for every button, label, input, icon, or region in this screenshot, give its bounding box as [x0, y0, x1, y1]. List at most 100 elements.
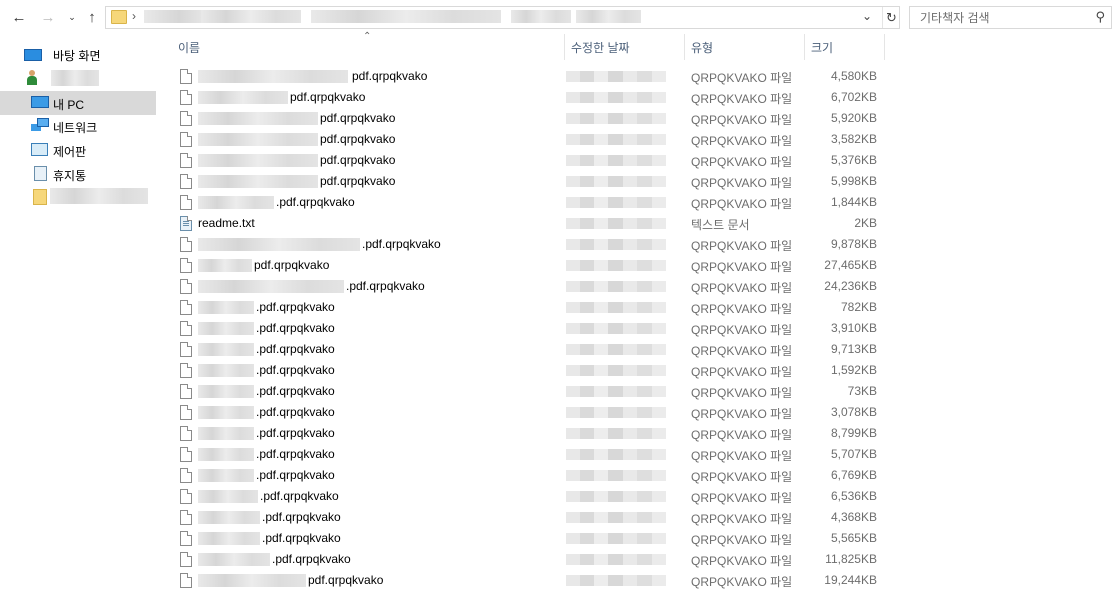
column-divider[interactable]: [564, 34, 565, 60]
file-icon: [180, 426, 192, 441]
address-dropdown-button[interactable]: ⌄: [862, 9, 872, 23]
file-size: 6,702KB: [830, 90, 877, 104]
column-divider[interactable]: [884, 34, 885, 60]
refresh-button[interactable]: ↻: [882, 7, 900, 28]
file-row[interactable]: .pdf.qrpqkvako QRPQKVAKO 파일 1,592KB: [178, 360, 878, 381]
desktop-icon: [24, 49, 42, 61]
redacted-filename: [198, 553, 270, 566]
file-row[interactable]: pdf.qrpqkvako QRPQKVAKO 파일 5,998KB: [178, 171, 878, 192]
file-row[interactable]: .pdf.qrpqkvako QRPQKVAKO 파일 11,825KB: [178, 549, 878, 570]
column-header-size[interactable]: 크기: [811, 39, 833, 56]
file-row[interactable]: .pdf.qrpqkvako QRPQKVAKO 파일 8,799KB: [178, 423, 878, 444]
folder-icon: [111, 10, 127, 24]
file-row[interactable]: readme.txt 텍스트 문서 2KB: [178, 213, 878, 234]
redacted-modified-date: [566, 575, 666, 586]
file-row[interactable]: pdf.qrpqkvako QRPQKVAKO 파일 5,920KB: [178, 108, 878, 129]
column-header-date[interactable]: 수정한 날짜: [571, 39, 630, 56]
breadcrumb-segment[interactable]: [576, 10, 641, 23]
file-icon: [180, 90, 192, 105]
file-type: QRPQKVAKO 파일: [691, 428, 793, 442]
file-size: 11,825KB: [825, 552, 877, 566]
column-header-name[interactable]: 이름: [178, 39, 200, 56]
file-name: .pdf.qrpqkvako: [346, 279, 425, 293]
redacted-modified-date: [566, 386, 666, 397]
breadcrumb-segment[interactable]: [511, 10, 571, 23]
file-row[interactable]: pdf.qrpqkvako QRPQKVAKO 파일 4,580KB: [178, 66, 878, 87]
sidebar-item-control-panel[interactable]: 제어판: [0, 138, 156, 162]
file-row[interactable]: pdf.qrpqkvako QRPQKVAKO 파일 27,465KB: [178, 255, 878, 276]
redacted-filename: [198, 322, 254, 335]
file-type: QRPQKVAKO 파일: [691, 554, 793, 568]
breadcrumb-segment[interactable]: [201, 10, 301, 23]
file-row[interactable]: .pdf.qrpqkvako QRPQKVAKO 파일 9,878KB: [178, 234, 878, 255]
file-row[interactable]: .pdf.qrpqkvako QRPQKVAKO 파일 3,910KB: [178, 318, 878, 339]
file-size: 9,713KB: [830, 342, 877, 356]
redacted-modified-date: [566, 92, 666, 103]
sidebar-item-recycle-bin[interactable]: 휴지통: [0, 162, 156, 186]
breadcrumb-separator-icon: ›: [132, 9, 136, 23]
redacted-modified-date: [566, 155, 666, 166]
search-input[interactable]: [918, 7, 1092, 28]
file-row[interactable]: .pdf.qrpqkvako QRPQKVAKO 파일 9,713KB: [178, 339, 878, 360]
file-size: 8,799KB: [830, 426, 877, 440]
column-header-type[interactable]: 유형: [691, 39, 713, 56]
file-row[interactable]: pdf.qrpqkvako QRPQKVAKO 파일 19,244KB: [178, 570, 878, 591]
file-icon: [180, 573, 192, 588]
sidebar-item-user[interactable]: [0, 66, 156, 90]
file-row[interactable]: .pdf.qrpqkvako QRPQKVAKO 파일 24,236KB: [178, 276, 878, 297]
file-name: .pdf.qrpqkvako: [256, 342, 335, 356]
file-name: .pdf.qrpqkvako: [256, 384, 335, 398]
file-type: QRPQKVAKO 파일: [691, 71, 793, 85]
redacted-filename: [198, 364, 254, 377]
file-type: QRPQKVAKO 파일: [691, 512, 793, 526]
file-row[interactable]: .pdf.qrpqkvako QRPQKVAKO 파일 5,707KB: [178, 444, 878, 465]
file-row[interactable]: .pdf.qrpqkvako QRPQKVAKO 파일 1,844KB: [178, 192, 878, 213]
file-row[interactable]: pdf.qrpqkvako QRPQKVAKO 파일 3,582KB: [178, 129, 878, 150]
file-size: 9,878KB: [830, 237, 877, 251]
sidebar-item-network[interactable]: 네트워크: [0, 114, 156, 138]
file-icon: [180, 510, 192, 525]
sidebar-item-this-pc[interactable]: 내 PC: [0, 91, 156, 115]
file-row[interactable]: .pdf.qrpqkvako QRPQKVAKO 파일 4,368KB: [178, 507, 878, 528]
redacted-modified-date: [566, 512, 666, 523]
file-row[interactable]: .pdf.qrpqkvako QRPQKVAKO 파일 6,536KB: [178, 486, 878, 507]
file-size: 19,244KB: [824, 573, 877, 587]
sidebar-item-folder[interactable]: [0, 184, 156, 208]
file-row[interactable]: pdf.qrpqkvako QRPQKVAKO 파일 5,376KB: [178, 150, 878, 171]
file-row[interactable]: .pdf.qrpqkvako QRPQKVAKO 파일 5,565KB: [178, 528, 878, 549]
breadcrumb-segment[interactable]: [311, 10, 501, 23]
redacted-modified-date: [566, 491, 666, 502]
file-icon: [180, 258, 192, 273]
sidebar-item-label: 내 PC: [53, 98, 85, 112]
up-button[interactable]: ↑: [82, 7, 102, 27]
redacted-modified-date: [566, 302, 666, 313]
file-row[interactable]: .pdf.qrpqkvako QRPQKVAKO 파일 3,078KB: [178, 402, 878, 423]
file-row[interactable]: .pdf.qrpqkvako QRPQKVAKO 파일 73KB: [178, 381, 878, 402]
redacted-modified-date: [566, 260, 666, 271]
redacted-modified-date: [566, 470, 666, 481]
file-row[interactable]: .pdf.qrpqkvako QRPQKVAKO 파일 782KB: [178, 297, 878, 318]
sidebar-item-desktop[interactable]: 바탕 화면: [0, 42, 156, 66]
file-size: 5,565KB: [830, 531, 877, 545]
control-panel-icon: [31, 143, 48, 156]
back-button[interactable]: ←: [9, 7, 29, 27]
file-size: 5,998KB: [830, 174, 877, 188]
arrow-up-icon: ↑: [88, 8, 96, 26]
column-divider[interactable]: [804, 34, 805, 60]
search-box[interactable]: ⚲: [909, 6, 1112, 29]
redacted-filename: [198, 280, 344, 293]
forward-button[interactable]: →: [38, 7, 58, 27]
file-icon: [180, 552, 192, 567]
column-divider[interactable]: [684, 34, 685, 60]
redacted-modified-date: [566, 281, 666, 292]
redacted-filename: [198, 385, 254, 398]
file-icon: [180, 279, 192, 294]
recent-locations-button[interactable]: ⌄: [62, 7, 82, 27]
chevron-down-icon: ⌄: [862, 9, 873, 23]
redacted-modified-date: [566, 323, 666, 334]
file-size: 6,769KB: [830, 468, 877, 482]
address-bar[interactable]: › ⌄ ↻: [105, 6, 900, 29]
folder-icon: [33, 189, 47, 205]
file-row[interactable]: .pdf.qrpqkvako QRPQKVAKO 파일 6,769KB: [178, 465, 878, 486]
file-row[interactable]: pdf.qrpqkvako QRPQKVAKO 파일 6,702KB: [178, 87, 878, 108]
